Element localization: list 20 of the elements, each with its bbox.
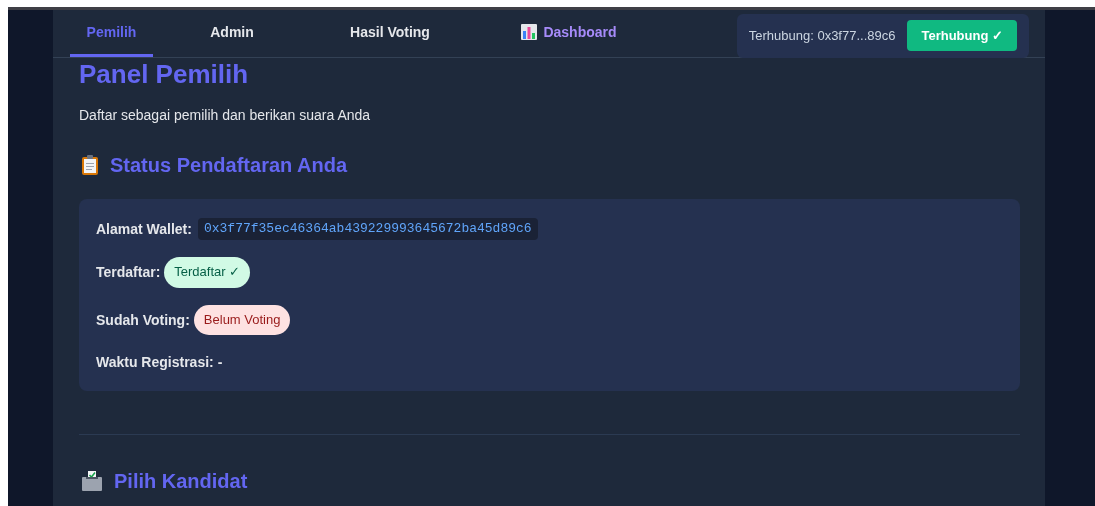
wallet-address: 0x3f77f35ec46364ab439229993645672ba45d89c6	[197, 217, 538, 241]
nav-tab[interactable]: Hasil Voting	[311, 10, 469, 57]
section-title: Status Pendaftaran Anda	[110, 152, 348, 178]
section-title: Pilih Kandidat	[114, 469, 248, 495]
bar-chart-icon	[521, 24, 538, 40]
field-value: -	[217, 353, 223, 373]
ballot-box-icon	[82, 471, 102, 492]
status-badge: Belum Voting	[193, 304, 291, 336]
field-label: Terdaftar:	[96, 263, 161, 283]
field-label: Waktu Registrasi:	[96, 353, 214, 373]
nav-tab[interactable]: Pemilih	[70, 10, 153, 57]
connection-status: Terhubung: 0x3f77...89c6	[748, 26, 896, 45]
field-label: Alamat Wallet:	[96, 219, 192, 239]
nav-tab[interactable]: Dashboard	[469, 10, 669, 57]
status-badge: Terdaftar ✓	[164, 257, 251, 288]
page-subtitle: Daftar sebagai pemilih dan berikan suara Anda	[79, 105, 372, 125]
clipboard-icon	[82, 154, 98, 175]
page-title: Panel Pemilih	[79, 58, 250, 91]
nav-tab[interactable]: Admin	[153, 10, 311, 57]
field-label: Sudah Voting:	[96, 310, 190, 330]
